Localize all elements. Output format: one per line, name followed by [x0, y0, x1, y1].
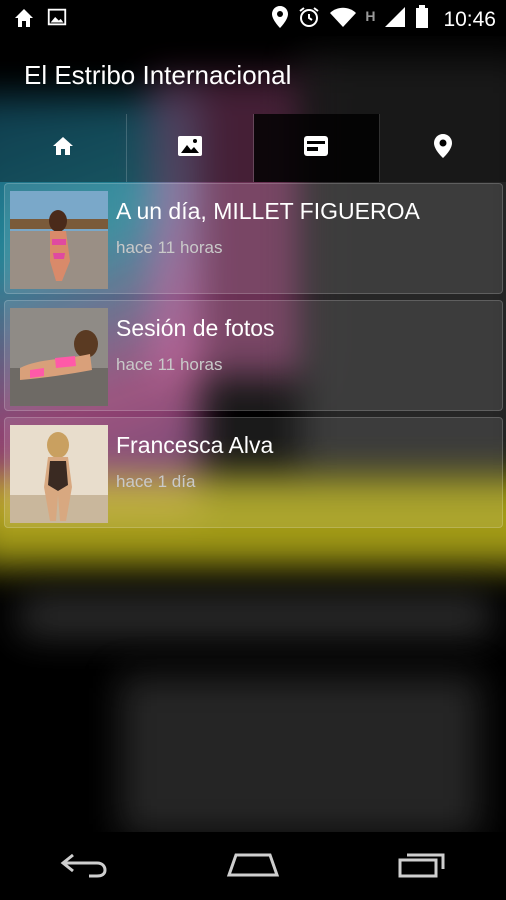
- tab-gallery[interactable]: [126, 114, 254, 182]
- navigation-bar: [0, 832, 506, 900]
- post-title: A un día, MILLET FIGUEROA: [116, 198, 420, 224]
- list-item[interactable]: Francesca Alva hace 1 día: [4, 417, 503, 528]
- alarm-icon: [297, 5, 321, 34]
- recents-button[interactable]: [377, 836, 467, 896]
- home-icon: [226, 849, 280, 884]
- post-thumbnail: [10, 425, 108, 523]
- article-icon: [303, 135, 329, 162]
- app-title: El Estribo Internacional: [24, 60, 292, 90]
- wifi-icon: [329, 5, 357, 34]
- post-thumbnail: [10, 191, 108, 289]
- back-button[interactable]: [39, 836, 129, 896]
- back-icon: [59, 849, 109, 884]
- post-thumbnail: [10, 308, 108, 406]
- signal-icon: [383, 5, 407, 34]
- post-title: Sesión de fotos: [116, 315, 275, 341]
- network-type-label: H: [365, 7, 376, 24]
- tab-home[interactable]: [0, 114, 127, 182]
- gallery-icon: [177, 135, 203, 162]
- location-icon: [271, 5, 289, 34]
- tab-location[interactable]: [380, 114, 506, 182]
- home-button[interactable]: [208, 836, 298, 896]
- image-notification-icon: [46, 6, 68, 35]
- post-time: hace 11 horas: [116, 355, 223, 374]
- list-item[interactable]: A un día, MILLET FIGUEROA hace 11 horas: [4, 183, 503, 294]
- tab-articles[interactable]: [253, 114, 381, 182]
- recents-icon: [397, 849, 447, 884]
- home-icon: [51, 134, 75, 163]
- status-bar: H 10:46: [0, 0, 506, 36]
- action-bar: El Estribo Internacional: [0, 36, 506, 114]
- home-notification-icon: [12, 6, 36, 35]
- clock: 10:46: [443, 7, 496, 31]
- list-item[interactable]: Sesión de fotos hace 11 horas: [4, 300, 503, 411]
- post-time: hace 11 horas: [116, 238, 223, 257]
- location-pin-icon: [433, 133, 453, 164]
- post-title: Francesca Alva: [116, 432, 274, 458]
- post-list: A un día, MILLET FIGUEROA hace 11 horas …: [4, 183, 503, 534]
- battery-icon: [415, 5, 429, 34]
- post-time: hace 1 día: [116, 472, 196, 491]
- tab-bar: [0, 114, 506, 182]
